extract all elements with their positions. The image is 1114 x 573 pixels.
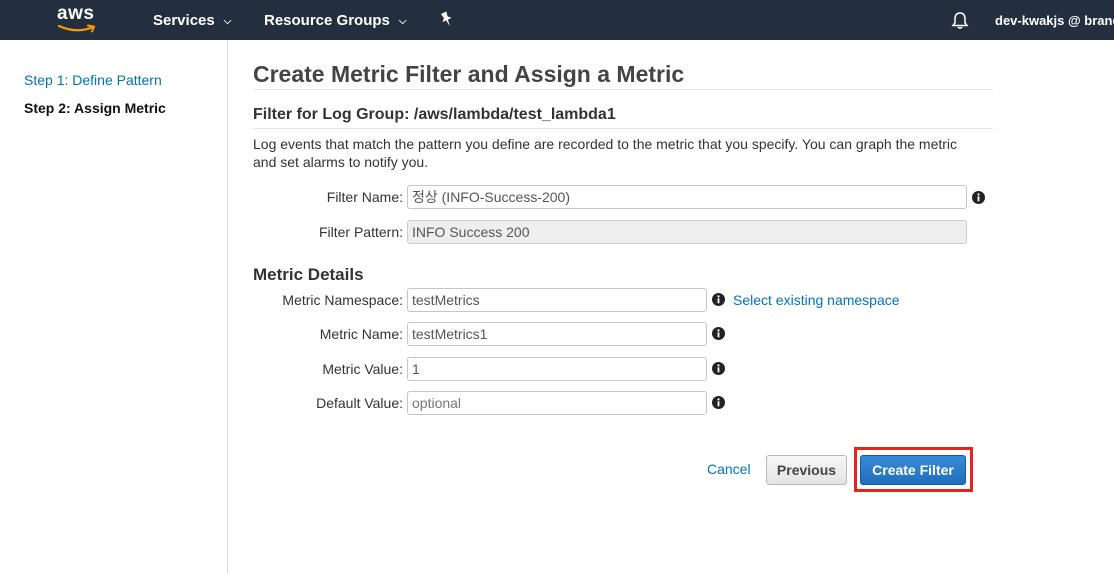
resource-groups-menu[interactable]: Resource Groups ⌵ [264,0,406,40]
filter-pattern-input [407,220,967,244]
aws-logo-text: aws [57,3,95,24]
services-label: Services [153,12,215,29]
metric-namespace-label: Metric Namespace: [282,292,403,308]
step-define-pattern-link[interactable]: Step 1: Define Pattern [24,72,162,88]
chevron-down-icon: ⌵ [223,16,232,27]
step-assign-metric-current: Step 2: Assign Metric [24,100,166,116]
chevron-down-icon: ⌵ [398,16,407,27]
metric-name-label: Metric Name: [319,326,403,342]
info-icon[interactable] [712,327,725,340]
metric-value-label: Metric Value: [322,361,403,377]
divider [253,89,993,90]
info-icon[interactable] [712,293,725,306]
default-value-input[interactable] [407,391,707,415]
pin-icon[interactable] [439,11,455,29]
metric-name-input[interactable] [407,322,707,346]
metric-details-heading: Metric Details [253,265,364,284]
aws-smile-icon [57,24,96,33]
aws-logo[interactable]: aws [57,3,99,35]
metric-namespace-input[interactable] [407,288,707,312]
log-group-subtitle: Filter for Log Group: /aws/lambda/test_l… [253,106,616,123]
info-icon[interactable] [712,362,725,375]
info-icon[interactable] [712,396,725,409]
filter-name-input[interactable] [407,185,967,209]
cancel-button[interactable]: Cancel [707,461,751,477]
select-existing-namespace-link[interactable]: Select existing namespace [733,292,900,308]
wizard-steps-sidebar: Step 1: Define Pattern Step 2: Assign Me… [0,40,228,573]
top-navigation-bar: aws Services ⌵ Resource Groups ⌵ dev-kwakj… [0,0,1114,40]
services-menu[interactable]: Services ⌵ [153,0,231,40]
account-menu[interactable]: dev-kwakjs @ brand [995,0,1114,41]
info-icon[interactable] [972,191,985,204]
page-title: Create Metric Filter and Assign a Metric [253,61,685,87]
previous-button[interactable]: Previous [766,455,847,485]
resource-groups-label: Resource Groups [264,12,390,29]
metric-value-input[interactable] [407,357,707,381]
filter-pattern-label: Filter Pattern: [318,224,403,240]
create-filter-button[interactable]: Create Filter [860,455,966,485]
description-text: Log events that match the pattern you de… [253,136,958,170]
filter-name-label: Filter Name: [326,189,403,205]
default-value-label: Default Value: [316,395,403,411]
divider [253,128,993,129]
bell-icon[interactable] [951,11,969,30]
